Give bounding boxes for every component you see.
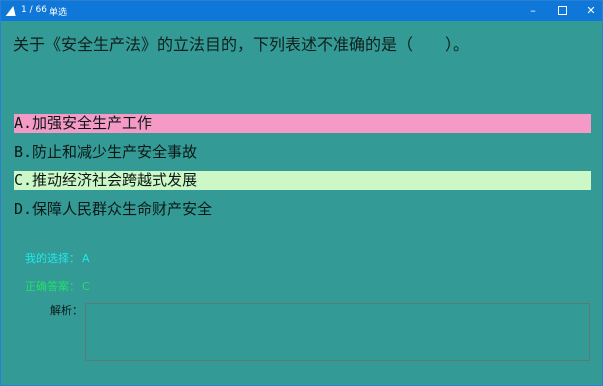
option-b[interactable]: B.防止和减少生产安全事故 — [14, 143, 591, 162]
my-choice-label: 我的选择： — [25, 252, 80, 265]
correct-answer: 正确答案： C — [25, 278, 90, 294]
app-icon — [5, 6, 19, 16]
option-d[interactable]: D.保障人民群众生命财产安全 — [14, 200, 591, 219]
correct-answer-label: 正确答案： — [25, 280, 80, 293]
option-c[interactable]: C.推动经济社会跨越式发展 — [14, 171, 591, 190]
question-counter: 1 / 66 — [21, 5, 47, 15]
title-bar[interactable]: 1 / 66 单选 – ✕ — [1, 1, 602, 21]
quiz-window: 1 / 66 单选 – ✕ 关于《安全生产法》的立法目的，下列表述不准确的是（ … — [0, 0, 603, 386]
minimize-button[interactable]: – — [518, 1, 548, 21]
my-choice: 我的选择： A — [25, 250, 90, 266]
maximize-icon — [557, 5, 567, 15]
question-text: 关于《安全生产法》的立法目的，下列表述不准确的是（ ）。 — [13, 35, 470, 54]
option-a[interactable]: A.加强安全生产工作 — [14, 114, 591, 133]
question-type: 单选 — [49, 8, 68, 18]
close-button[interactable]: ✕ — [576, 1, 603, 21]
maximize-button[interactable] — [547, 1, 577, 21]
analysis-label: 解析： — [50, 304, 83, 317]
my-choice-value: A — [82, 252, 90, 265]
correct-answer-value: C — [82, 280, 90, 293]
analysis-textbox[interactable] — [85, 303, 590, 361]
